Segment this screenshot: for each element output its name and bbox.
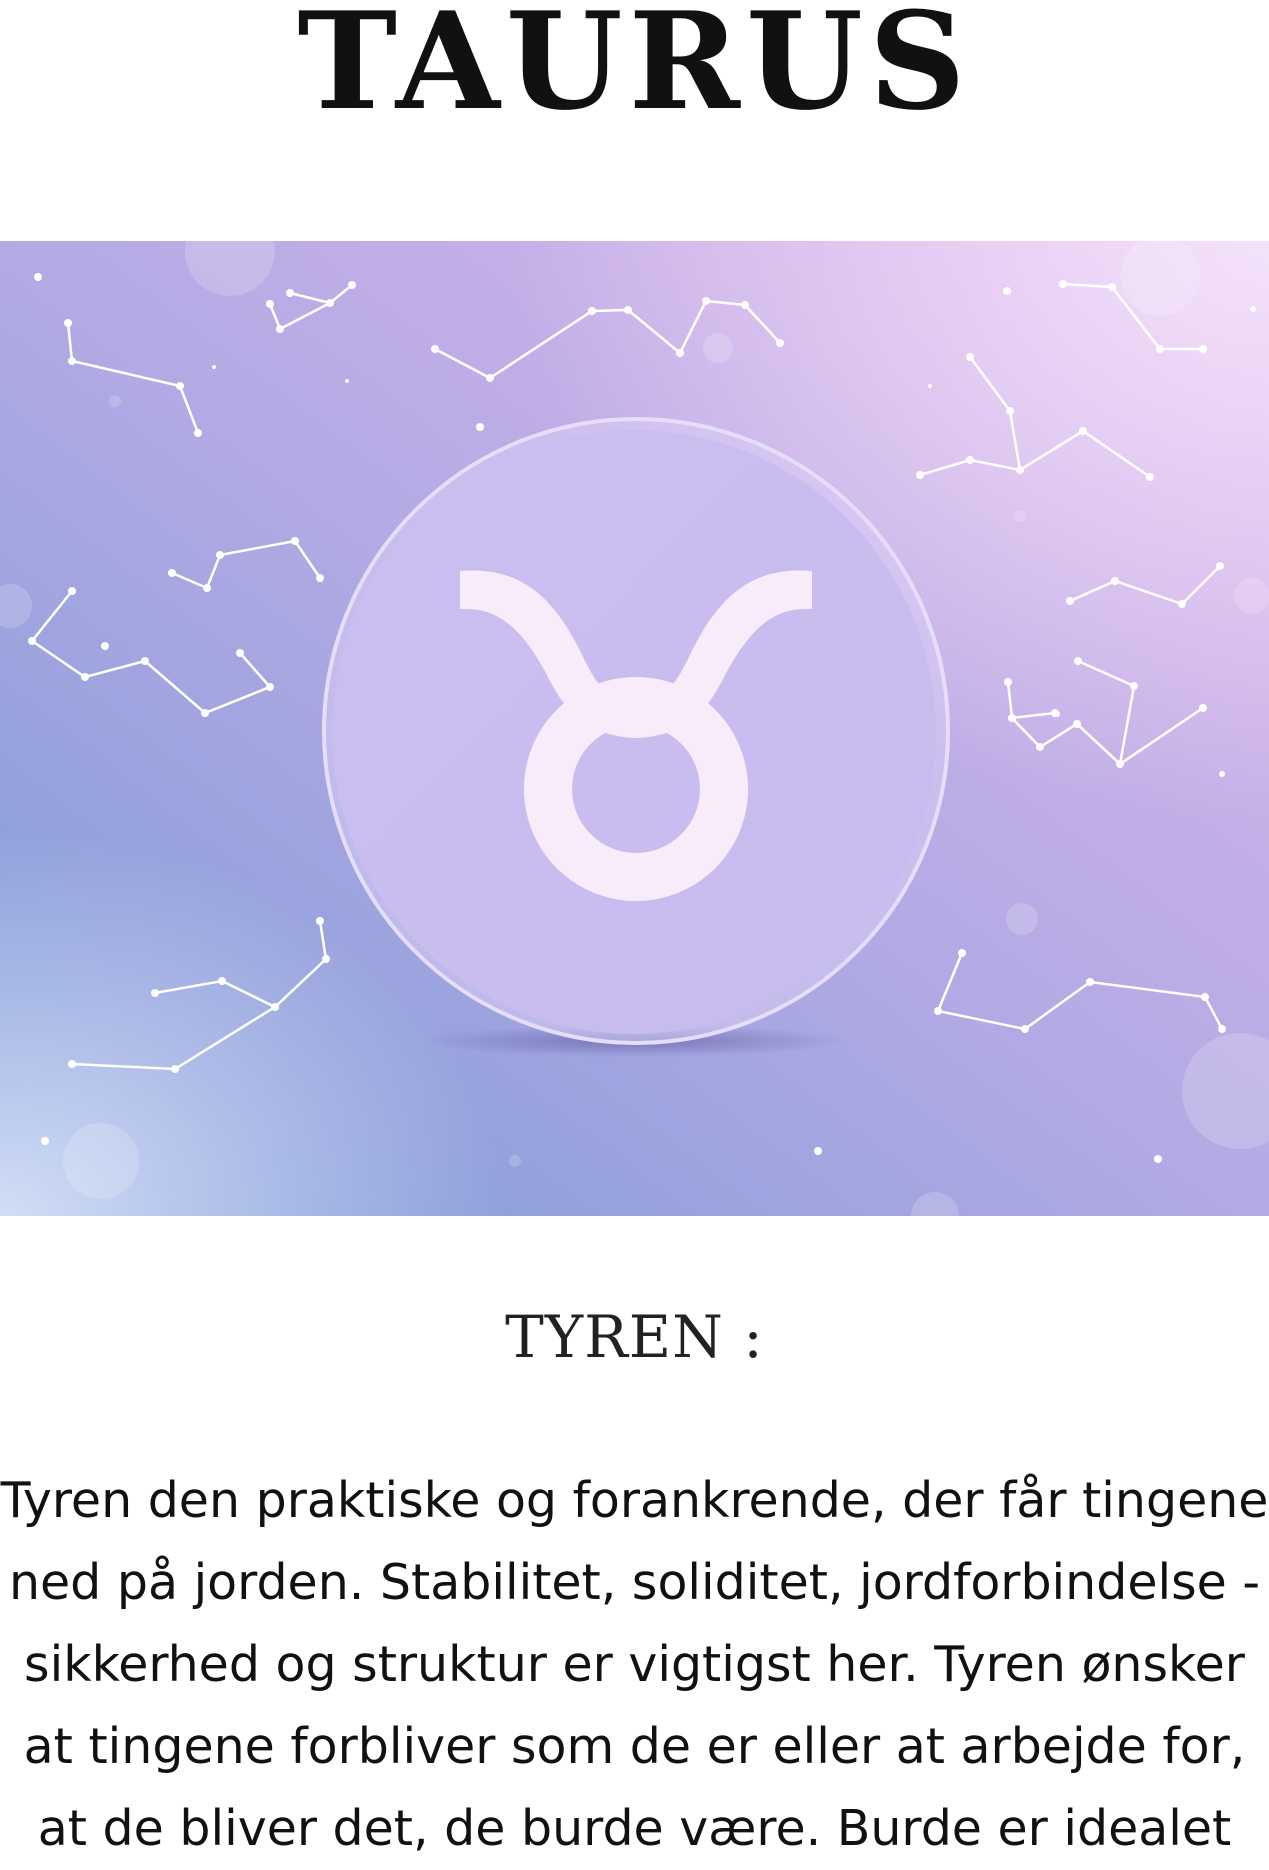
- taurus-hero-image: [0, 241, 1269, 1216]
- description-paragraph: Tyren den praktiske og forankrende, der …: [0, 1472, 1269, 1857]
- page-title: TAURUS: [297, 0, 972, 140]
- section-heading: TYREN :: [505, 1303, 764, 1371]
- zodiac-illustration: [0, 241, 1269, 1216]
